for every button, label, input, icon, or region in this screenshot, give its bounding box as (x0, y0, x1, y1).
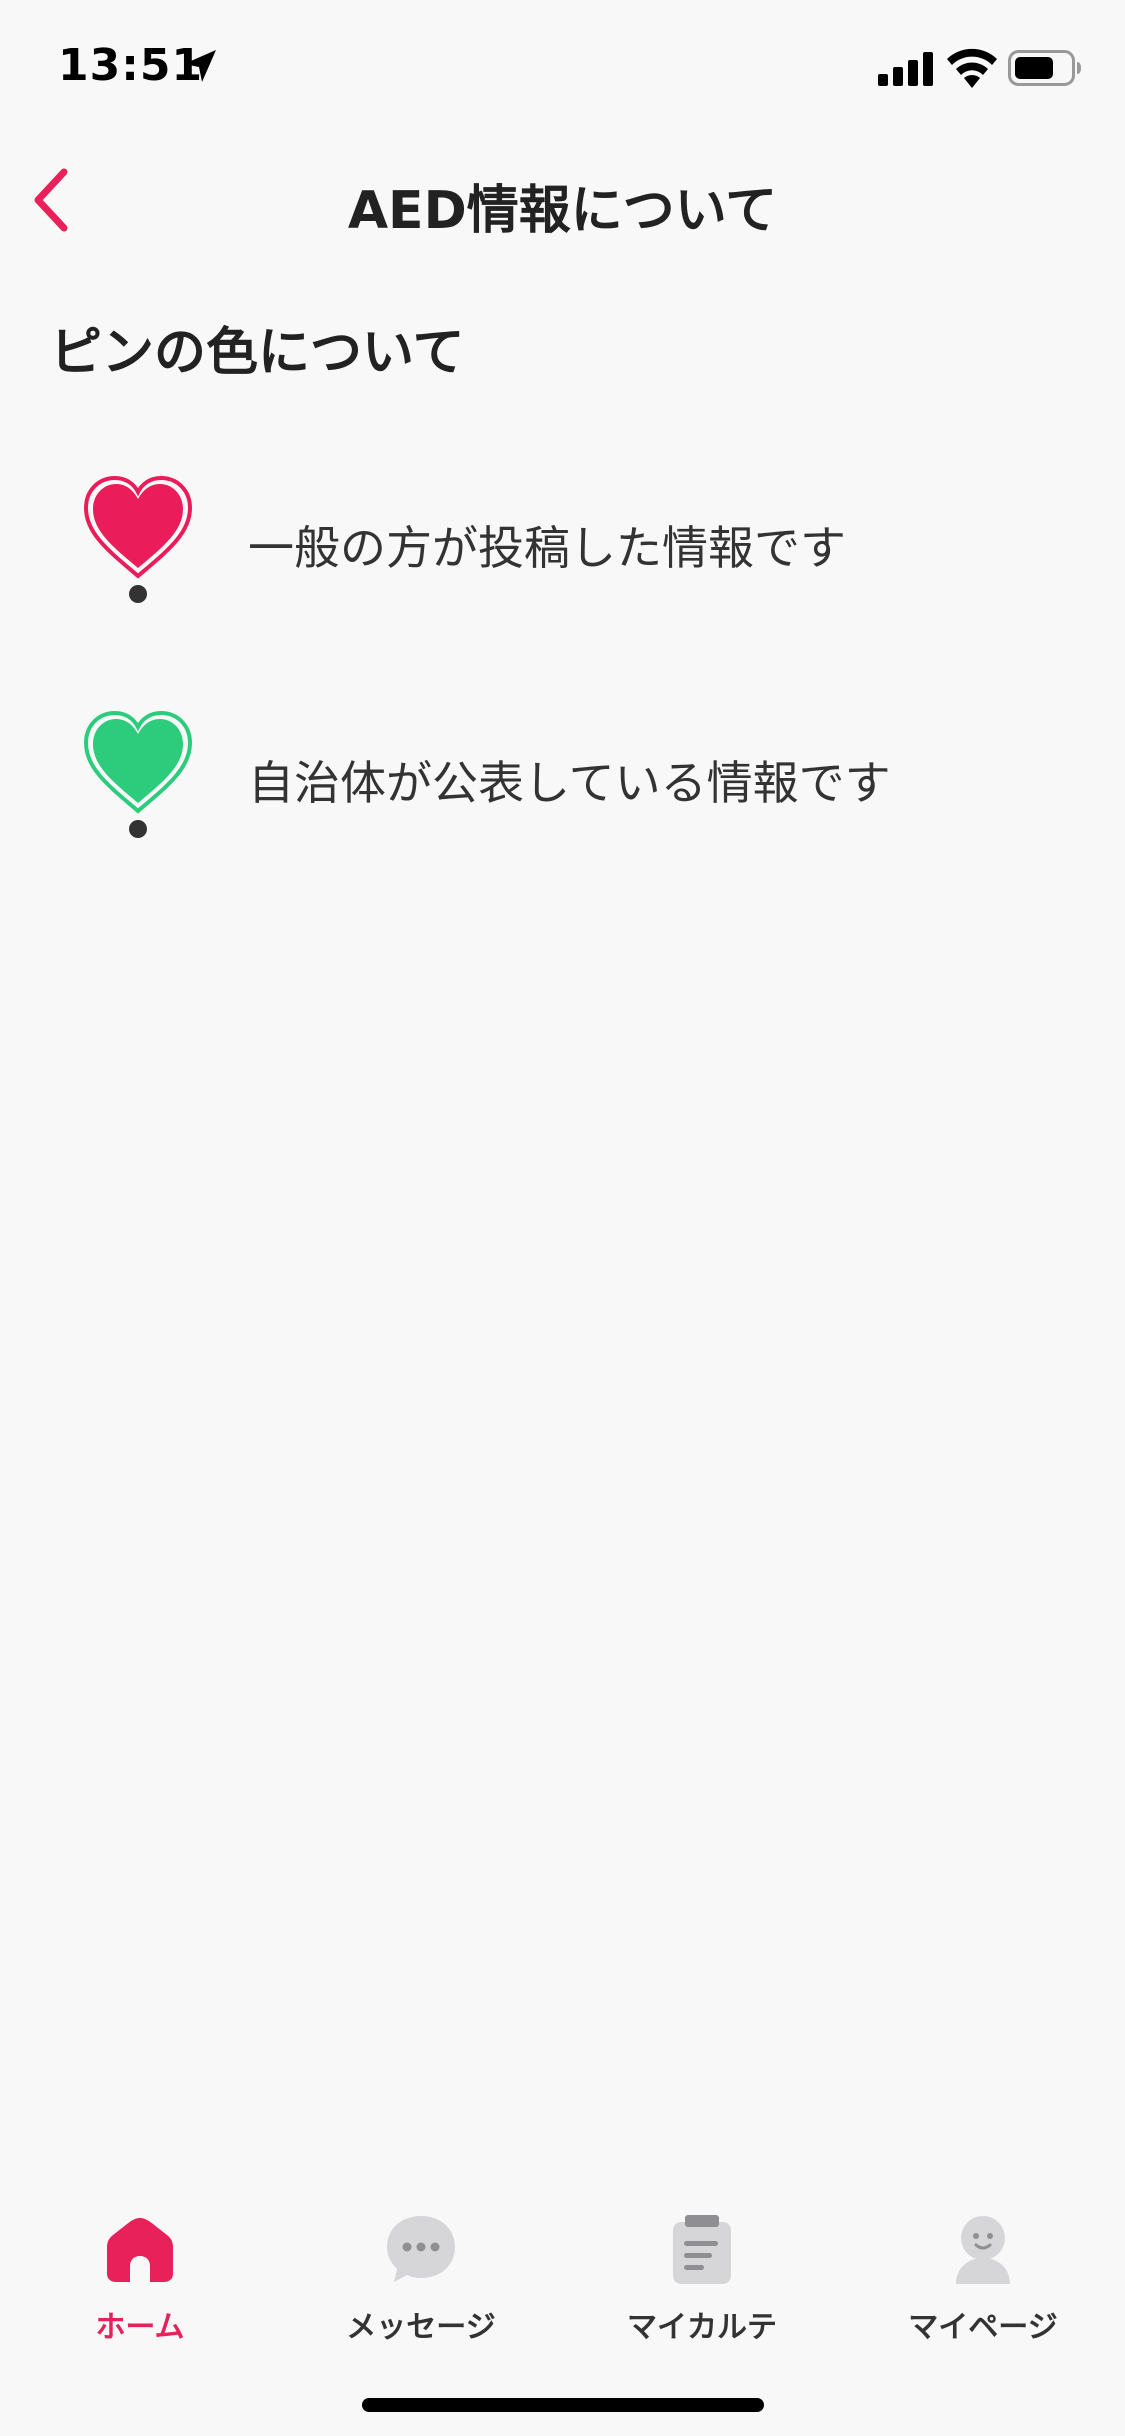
legend-text: 一般の方が投稿した情報です (248, 521, 846, 575)
home-indicator (362, 2398, 764, 2412)
tab-label: ホーム (95, 2310, 185, 2345)
red-heart-pin-icon (83, 475, 193, 603)
green-heart-pin-icon (83, 710, 193, 838)
tab-home[interactable]: ホーム (0, 2214, 280, 2345)
page-title: AED情報について (347, 181, 778, 241)
person-icon (956, 2216, 1010, 2284)
tab-label: マイページ (908, 2310, 1058, 2345)
legend-item: 自治体が公表している情報です (0, 705, 1125, 855)
home-icon (107, 2218, 173, 2282)
location-arrow-icon (184, 50, 216, 82)
message-bubble-icon (387, 2216, 455, 2282)
tab-label: メッセージ (346, 2310, 496, 2345)
clipboard-icon (673, 2215, 731, 2284)
legend-text: 自治体が公表している情報です (248, 756, 891, 810)
battery-icon (1008, 50, 1081, 86)
tab-mypage[interactable]: マイページ (843, 2214, 1123, 2345)
wifi-icon (947, 48, 997, 88)
section-title: ピンの色について (50, 323, 465, 383)
cellular-signal-icon (878, 52, 933, 86)
tab-message[interactable]: メッセージ (281, 2214, 561, 2345)
navigation-bar: AED情報について (0, 140, 1125, 260)
legend-item: 一般の方が投稿した情報です (0, 470, 1125, 620)
tab-label: マイカルテ (627, 2310, 777, 2345)
status-bar: 13:51 (0, 0, 1125, 140)
tab-karte[interactable]: マイカルテ (562, 2214, 842, 2345)
